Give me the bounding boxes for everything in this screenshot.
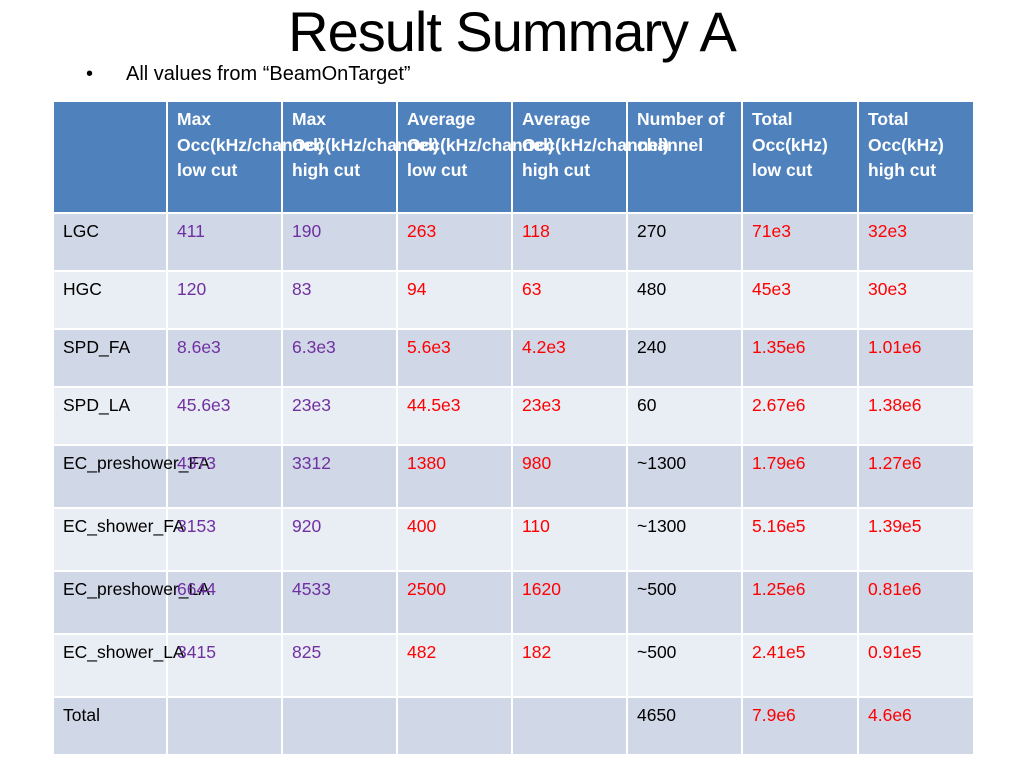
cell-avg-occ-low: 400	[396, 507, 513, 572]
header-avg-occ-high: Average Occ(kHz/channel) high cut	[511, 100, 669, 214]
row-label: Total	[52, 696, 168, 756]
cell-max-occ-low: 45.6e3	[166, 386, 283, 446]
cell-total-occ-low: 2.67e6	[741, 386, 859, 446]
row-label: HGC	[52, 270, 168, 330]
cell-total-occ-low: 1.79e6	[741, 444, 859, 509]
cell-total-occ-high: 1.01e6	[857, 328, 975, 388]
cell-avg-occ-low: 94	[396, 270, 513, 330]
cell-total-occ-high: 1.38e6	[857, 386, 975, 446]
cell-total-occ-high: 1.39e5	[857, 507, 975, 572]
header-total-occ-high: Total Occ(kHz) high cut	[857, 100, 975, 214]
cell-max-occ-low: 411	[166, 212, 283, 272]
cell-num-channels: 270	[626, 212, 743, 272]
cell-max-occ-low: 4373	[166, 444, 283, 509]
table-row: SPD_FA 8.6e3 6.3e3 5.6e3 4.2e3 240 1.35e6 1.01e…	[52, 328, 975, 388]
cell-num-channels: 60	[626, 386, 743, 446]
cell-max-occ-high: 83	[281, 270, 398, 330]
cell-avg-occ-high: 182	[511, 633, 628, 698]
bullet-note: • All values from “BeamOnTarget”	[86, 60, 411, 88]
table-row: SPD_LA 45.6e3 23e3 44.5e3 23e3 60 2.67e6 1.38e6	[52, 386, 975, 446]
cell-avg-occ-low: 263	[396, 212, 513, 272]
table-row: EC_preshower_LA 6644 4533 2500 1620 ~500 1.25e…	[52, 570, 975, 635]
cell-total-occ-low: 71e3	[741, 212, 859, 272]
header-cell-empty	[52, 100, 168, 214]
slide-title: Result Summary A	[288, 0, 737, 63]
cell-avg-occ-high: 4.2e3	[511, 328, 628, 388]
cell-num-channels: ~500	[626, 570, 743, 635]
cell-max-occ-high: 190	[281, 212, 398, 272]
cell-max-occ-low: 3153	[166, 507, 283, 572]
header-max-occ-low: Max Occ(kHz/channel) low cut	[166, 100, 324, 214]
cell-max-occ-high: 825	[281, 633, 398, 698]
cell-total-occ-low: 1.25e6	[741, 570, 859, 635]
table-header-row: Max Occ(kHz/channel) low cut Max Occ(kHz…	[52, 100, 975, 214]
cell-avg-occ-low: 482	[396, 633, 513, 698]
row-label: SPD_LA	[52, 386, 168, 446]
row-label: EC_preshower_LA	[52, 570, 210, 635]
row-label: EC_preshower_FA	[52, 444, 210, 509]
cell-max-occ-high: 920	[281, 507, 398, 572]
row-label: EC_shower_FA	[52, 507, 185, 572]
cell-max-occ-low	[166, 696, 283, 756]
table-row: EC_shower_FA 3153 920 400 110 ~1300 5.16e5 1.39…	[52, 507, 975, 572]
cell-avg-occ-low: 44.5e3	[396, 386, 513, 446]
cell-avg-occ-high: 23e3	[511, 386, 628, 446]
cell-avg-occ-low	[396, 696, 513, 756]
header-num-channels: Number of channel	[626, 100, 743, 214]
cell-num-channels: ~1300	[626, 507, 743, 572]
cell-avg-occ-low: 5.6e3	[396, 328, 513, 388]
cell-max-occ-low: 8.6e3	[166, 328, 283, 388]
cell-avg-occ-low: 1380	[396, 444, 513, 509]
header-total-occ-low: Total Occ(kHz) low cut	[741, 100, 859, 214]
cell-total-occ-high: 0.81e6	[857, 570, 975, 635]
cell-num-channels: ~500	[626, 633, 743, 698]
cell-total-occ-low: 5.16e5	[741, 507, 859, 572]
cell-max-occ-low: 120	[166, 270, 283, 330]
cell-max-occ-high: 6.3e3	[281, 328, 398, 388]
cell-avg-occ-high	[511, 696, 628, 756]
table-row: HGC 120 83 94 63 480 45e3 30e3	[52, 270, 975, 330]
bullet-text: All values from “BeamOnTarget”	[126, 63, 411, 85]
cell-num-channels: ~1300	[626, 444, 743, 509]
cell-max-occ-high: 4533	[281, 570, 398, 635]
cell-avg-occ-high: 63	[511, 270, 628, 330]
cell-avg-occ-low: 2500	[396, 570, 513, 635]
cell-total-occ-low: 7.9e6	[741, 696, 859, 756]
result-summary-table: Max Occ(kHz/channel) low cut Max Occ(kHz…	[52, 100, 975, 756]
cell-total-occ-high: 0.91e5	[857, 633, 975, 698]
bullet-icon: •	[86, 63, 94, 85]
cell-max-occ-high: 23e3	[281, 386, 398, 446]
cell-total-occ-high: 30e3	[857, 270, 975, 330]
cell-total-occ-high: 1.27e6	[857, 444, 975, 509]
cell-max-occ-low: 3415	[166, 633, 283, 698]
cell-avg-occ-high: 1620	[511, 570, 628, 635]
cell-total-occ-low: 2.41e5	[741, 633, 859, 698]
header-avg-occ-low: Average Occ(kHz/channel) low cut	[396, 100, 554, 214]
table-row: EC_shower_LA 3415 825 482 182 ~500 2.41e5 0.91e…	[52, 633, 975, 698]
cell-avg-occ-high: 118	[511, 212, 628, 272]
header-max-occ-high: Max Occ(kHz/channel) high cut	[281, 100, 439, 214]
cell-num-channels: 4650	[626, 696, 743, 756]
row-label: EC_shower_LA	[52, 633, 185, 698]
cell-total-occ-high: 32e3	[857, 212, 975, 272]
table-row: EC_preshower_FA 4373 3312 1380 980 ~1300 1.79e…	[52, 444, 975, 509]
cell-num-channels: 480	[626, 270, 743, 330]
cell-max-occ-high: 3312	[281, 444, 398, 509]
cell-avg-occ-high: 980	[511, 444, 628, 509]
cell-max-occ-low: 6644	[166, 570, 283, 635]
cell-avg-occ-high: 110	[511, 507, 628, 572]
cell-max-occ-high	[281, 696, 398, 756]
table-row: Total 4650 7.9e6 4.6e6	[52, 696, 975, 756]
cell-total-occ-low: 1.35e6	[741, 328, 859, 388]
row-label: LGC	[52, 212, 168, 272]
table-row: LGC 411 190 263 118 270 71e3 32e3	[52, 212, 975, 272]
row-label: SPD_FA	[52, 328, 168, 388]
cell-num-channels: 240	[626, 328, 743, 388]
cell-total-occ-high: 4.6e6	[857, 696, 975, 756]
cell-total-occ-low: 45e3	[741, 270, 859, 330]
